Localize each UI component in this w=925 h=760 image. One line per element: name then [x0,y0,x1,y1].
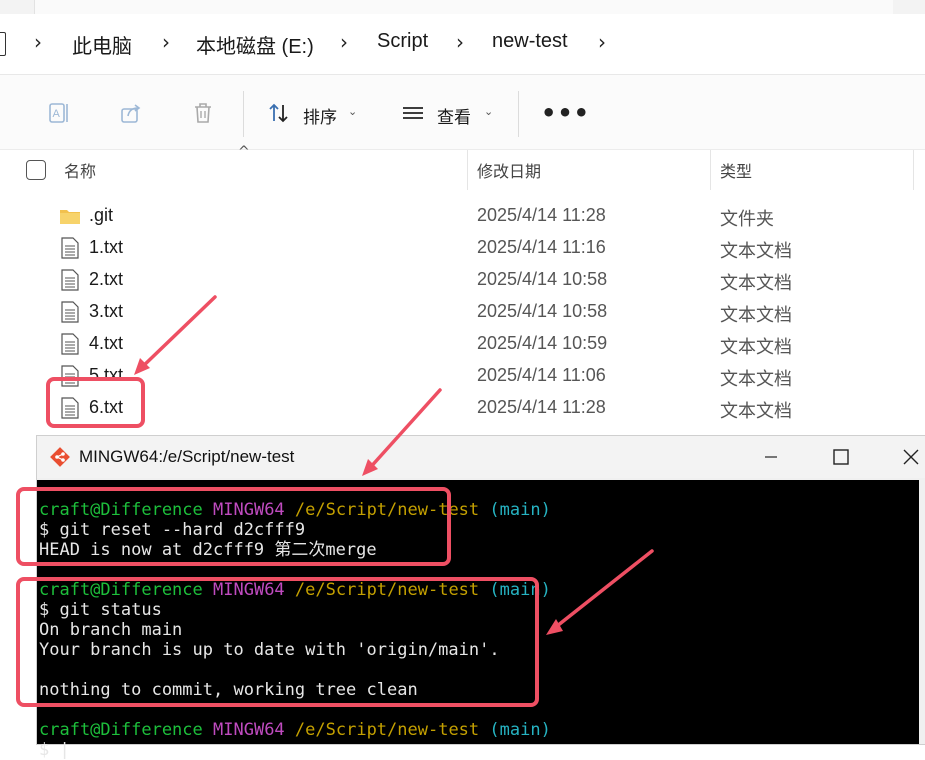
git-logo-icon [50,447,70,467]
close-button[interactable] [881,436,925,478]
file-modified: 2025/4/14 11:28 [477,205,606,225]
chevron-right-icon[interactable]: › [598,30,606,54]
rename-icon[interactable]: A [47,101,71,125]
text-file-icon [61,269,79,291]
chevron-down-icon[interactable]: ⌄ [348,105,357,118]
sort-icon[interactable] [267,101,291,125]
chevron-right-icon[interactable]: › [340,30,348,54]
breadcrumb-item-new-test[interactable]: new-test [492,30,568,53]
file-row[interactable]: 4.txt 2025/4/14 10:59 文本文档 [0,328,925,360]
minimize-button[interactable] [741,436,801,478]
text-file-icon [61,237,79,259]
file-modified: 2025/4/14 11:28 [477,397,606,417]
file-type: 文本文档 [720,273,792,294]
sort-button[interactable]: 排序 [303,103,337,128]
breadcrumb-item-this-pc[interactable]: 此电脑 [72,30,132,59]
file-type: 文本文档 [720,241,792,262]
chevron-right-icon[interactable]: › [162,30,170,54]
column-header-type[interactable]: 类型 [720,158,752,182]
chevron-right-icon[interactable]: › [34,30,42,54]
terminal-title-bar[interactable]: MINGW64:/e/Script/new-test [37,436,925,478]
file-name: 4.txt [89,333,124,353]
command-line: $ | [39,740,70,760]
file-modified: 2025/4/14 11:16 [477,237,606,257]
prompt-line: craft@Difference MINGW64 /e/Script/new-t… [39,720,551,740]
file-row[interactable]: 3.txt 2025/4/14 10:58 文本文档 [0,296,925,328]
prompt-path: /e/Script/new-test [294,720,480,740]
column-header-modified[interactable]: 修改日期 [477,158,541,182]
column-divider[interactable] [467,150,468,190]
toolbar-divider [243,91,244,137]
toolbar-divider [518,91,519,137]
terminal-title: MINGW64:/e/Script/new-test [79,447,295,466]
text-file-icon [61,333,79,355]
file-name: 1.txt [89,237,124,257]
nav-button-fragment[interactable] [0,32,6,56]
file-row[interactable]: 1.txt 2025/4/14 11:16 文本文档 [0,232,925,264]
file-modified: 2025/4/14 10:58 [477,301,608,321]
view-button[interactable]: 查看 [437,103,471,128]
breadcrumb-item-script[interactable]: Script [377,30,428,53]
chevron-down-icon[interactable]: ⌄ [484,105,493,118]
delete-icon[interactable] [191,101,215,125]
prompt-branch: (main) [489,500,551,520]
annotation-box-6txt [46,377,145,428]
svg-text:A: A [53,108,61,120]
column-divider[interactable] [710,150,711,190]
share-icon[interactable] [119,101,143,125]
file-modified: 2025/4/14 10:58 [477,269,608,289]
file-modified: 2025/4/14 11:06 [477,365,606,385]
file-type: 文本文档 [720,337,792,358]
file-row[interactable]: .git 2025/4/14 11:28 文件夹 [0,200,925,232]
file-name: 3.txt [89,301,124,321]
breadcrumb-item-drive-e[interactable]: 本地磁盘 (E:) [196,30,314,59]
window-top-strip [0,0,925,14]
file-row[interactable]: 2.txt 2025/4/14 10:58 文本文档 [0,264,925,296]
address-bar[interactable]: › 此电脑 › 本地磁盘 (E:) › Script › new-test › [0,14,925,74]
folder-icon [60,210,80,224]
prompt-user: craft@Difference [39,720,203,740]
prompt-branch: (main) [489,720,551,740]
select-all-checkbox[interactable] [26,160,46,180]
file-type: 文件夹 [720,209,774,230]
column-divider[interactable] [913,150,914,190]
chevron-right-icon[interactable]: › [456,30,464,54]
annotation-box-status [16,577,539,707]
file-name: 2.txt [89,269,124,289]
file-type: 文本文档 [720,305,792,326]
sort-ascending-icon: ^ [238,144,250,160]
text-file-icon [61,301,79,323]
maximize-button[interactable] [811,436,871,478]
column-header-name[interactable]: 名称 [64,158,96,182]
view-icon[interactable] [401,101,425,125]
command-bar: A 排序 ⌄ 查看 ⌄ ••• [0,75,925,149]
file-type: 文本文档 [720,369,792,390]
file-name: .git [89,205,114,225]
annotation-box-reset [16,487,451,566]
file-type: 文本文档 [720,401,792,422]
more-options-button[interactable]: ••• [541,99,590,127]
file-modified: 2025/4/14 10:59 [477,333,608,353]
prompt-shell: MINGW64 [213,720,285,740]
tab-strip-fragment [34,0,893,14]
